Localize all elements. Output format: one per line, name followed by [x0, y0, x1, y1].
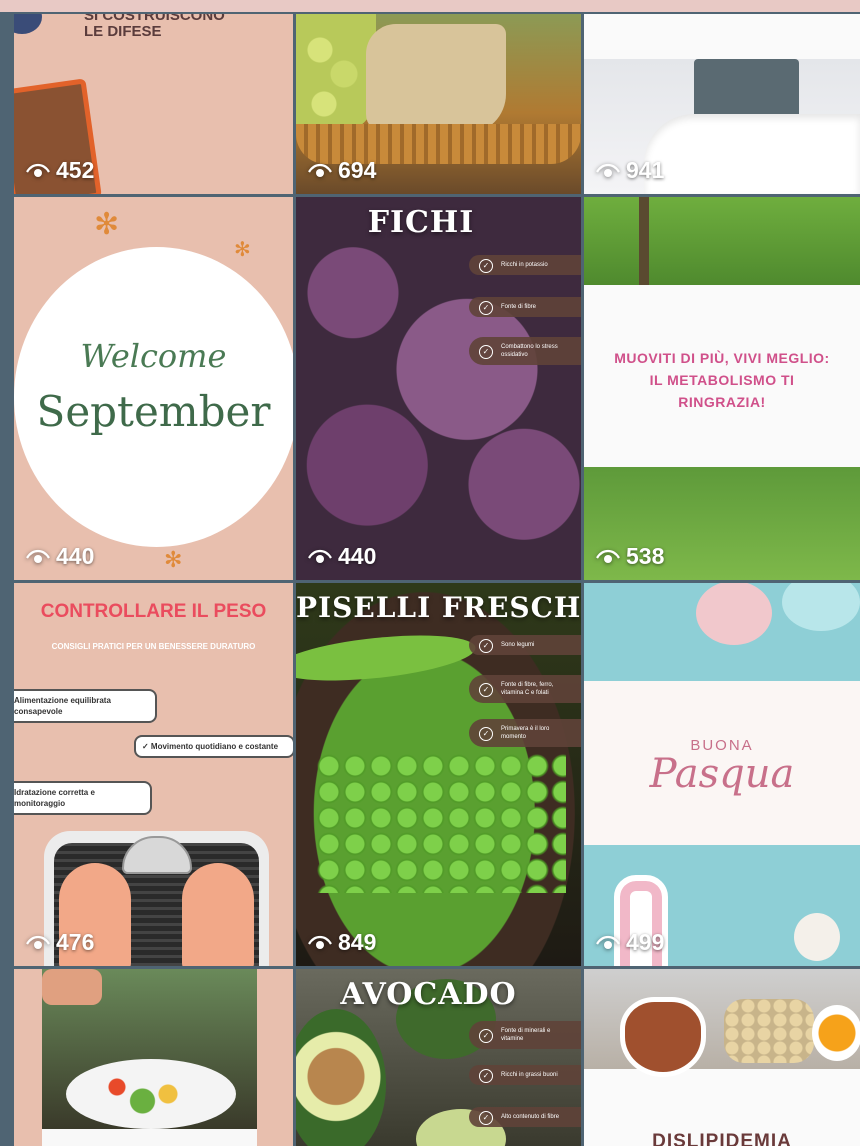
view-count: 694 — [308, 157, 376, 184]
eye-icon — [308, 163, 332, 177]
eye-icon — [308, 549, 332, 563]
benefit-pill: ✓ Fonte di fibre — [469, 297, 581, 317]
post-grid: SI COSTRUISCONO LE DIFESE 452 694 941 ✻ ✻… — [14, 14, 860, 1146]
post-tile[interactable]: SI COSTRUISCONO LE DIFESE 452 — [14, 14, 293, 194]
grapes-image — [296, 14, 376, 134]
check-circle-icon: ✓ — [479, 727, 493, 741]
leaf-decoration: ✻ — [234, 239, 251, 261]
benefit-pill: ✓ Sono legumi — [469, 635, 581, 655]
foot-image — [182, 863, 254, 966]
salad-bowl-image — [66, 1059, 236, 1129]
view-count: 941 — [596, 157, 664, 184]
pasqua-text: Pasqua — [649, 751, 795, 797]
view-count: 452 — [26, 157, 94, 184]
heart-bowl-image — [620, 997, 706, 1077]
eye-icon — [26, 549, 50, 563]
post-title: PISELLI FRESCHI — [296, 591, 581, 624]
post-caption: SI COSTRUISCONO LE DIFESE — [84, 14, 225, 40]
blanket-image — [644, 114, 860, 194]
post-tile[interactable]: ✻ ✻ ✻ Welcome September 440 — [14, 197, 293, 580]
eye-icon — [596, 549, 620, 563]
benefit-pill: ✓ Alto contenuto di fibre — [469, 1107, 581, 1127]
eye-icon — [596, 935, 620, 949]
welcome-text: Welcome — [80, 337, 227, 375]
benefit-pill: ✓ Fonte di minerali e vitamine — [469, 1021, 581, 1049]
cloth-image — [366, 24, 506, 134]
top-border — [0, 0, 860, 12]
eye-icon — [596, 163, 620, 177]
check-circle-icon: ✓ — [479, 1069, 493, 1083]
egg-image — [782, 583, 860, 631]
egg-image — [794, 913, 840, 961]
benefit-pill: ✓ Fonte di fibre, ferro, vitamina C e fol… — [469, 675, 581, 703]
view-count: 440 — [308, 543, 376, 570]
check-circle-icon: ✓ — [479, 683, 493, 697]
post-tile[interactable]: BUONA Pasqua 499 — [584, 583, 860, 966]
post-tile[interactable]: DISLIPIDEMIA — [584, 969, 860, 1146]
nuts-image — [724, 999, 814, 1063]
post-tile[interactable]: CONTROLLARE IL PESO CONSIGLI PRATICI PER… — [14, 583, 293, 966]
post-subtitle: CONSIGLI PRATICI PER UN BENESSERE DURATU… — [51, 642, 256, 651]
check-circle-icon: ✓ — [479, 639, 493, 653]
person-image — [694, 59, 799, 119]
check-circle-icon: ✓ — [479, 1029, 493, 1043]
hand-image — [42, 969, 102, 1005]
eye-icon — [26, 163, 50, 177]
tip-box: Idratazione corretta e monitoraggio — [14, 781, 152, 815]
post-tile[interactable]: FICHI ✓ Ricchi in potassio ✓ Fonte di fibr… — [296, 197, 581, 580]
bowl-image — [14, 14, 42, 34]
benefit-pill: ✓ Ricchi in potassio — [469, 255, 581, 275]
post-tile[interactable]: 694 — [296, 14, 581, 194]
benefit-pill: ✓ Primavera è il loro momento — [469, 719, 581, 747]
post-tile[interactable]: MUOVITI DI PIÙ, VIVI MEGLIO: IL METABOLIS… — [584, 197, 860, 580]
post-tile[interactable]: 941 — [584, 14, 860, 194]
check-circle-icon: ✓ — [479, 1111, 493, 1125]
post-title: CONTROLLARE IL PESO — [40, 601, 267, 622]
egg-image — [696, 583, 772, 645]
september-text: September — [36, 387, 271, 436]
check-circle-icon: ✓ — [479, 345, 493, 359]
eye-icon — [26, 935, 50, 949]
view-count: 499 — [596, 929, 664, 956]
peas-image — [316, 753, 566, 893]
post-caption: DISLIPIDEMIA — [652, 1131, 792, 1146]
view-count: 440 — [26, 543, 94, 570]
forest-image — [584, 197, 860, 285]
leaf-decoration: ✻ — [164, 547, 183, 572]
benefit-pill: ✓ Combattono lo stress ossidativo — [469, 337, 581, 365]
view-count: 849 — [308, 929, 376, 956]
post-title: AVOCADO — [340, 977, 517, 1012]
view-count: 476 — [26, 929, 94, 956]
post-caption: MUOVITI DI PIÙ, VIVI MEGLIO: IL METABOLIS… — [614, 350, 830, 410]
eye-icon — [308, 935, 332, 949]
check-circle-icon: ✓ — [479, 301, 493, 315]
tip-box: ✓ Movimento quotidiano e costante — [134, 735, 293, 758]
egg-yolk-image — [812, 1005, 860, 1061]
post-tile[interactable]: AVOCADO ✓ Fonte di minerali e vitamine ✓ R… — [296, 969, 581, 1146]
benefit-pill: ✓ Ricchi in grassi buoni — [469, 1065, 581, 1085]
view-count: 538 — [596, 543, 664, 570]
post-tile[interactable]: PISELLI FRESCHI ✓ Sono legumi ✓ Fonte di f… — [296, 583, 581, 966]
pea-pod-image — [296, 627, 478, 689]
post-tile[interactable] — [14, 969, 293, 1146]
post-title: FICHI — [367, 205, 475, 240]
leaf-decoration: ✻ — [94, 208, 120, 241]
tip-box: Alimentazione equilibrata consapevole — [14, 689, 157, 723]
tree-trunk — [639, 197, 649, 285]
check-circle-icon: ✓ — [479, 259, 493, 273]
caption-bar — [42, 1129, 257, 1146]
avocado-image — [296, 1009, 386, 1146]
